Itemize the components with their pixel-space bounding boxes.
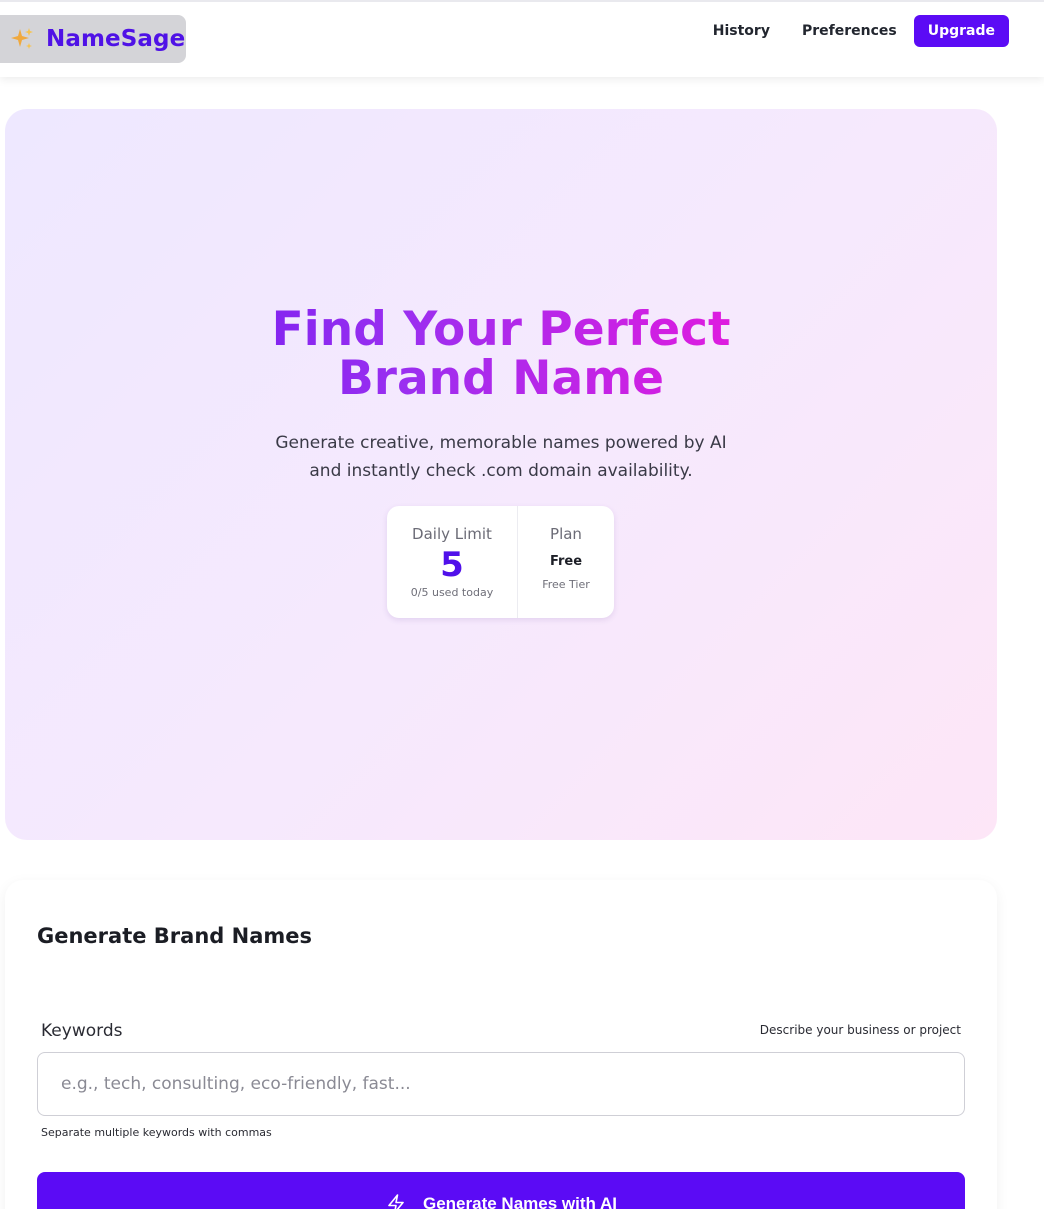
daily-limit-label: Daily Limit <box>412 525 492 543</box>
keywords-label: Keywords <box>41 1021 123 1041</box>
hero-subtitle-line-2: and instantly check .com domain availabi… <box>309 461 693 481</box>
hero-title-line-1: Find Your Perfect <box>271 302 731 357</box>
hero-title-line-2: Brand Name <box>337 351 665 406</box>
upgrade-button[interactable]: Upgrade <box>913 15 1009 47</box>
top-header: NameSage History Preferences Upgrade <box>0 0 1044 77</box>
generator-title: Generate Brand Names <box>37 924 312 948</box>
daily-usage-note: 0/5 used today <box>410 586 494 599</box>
hero-section: Find Your Perfect Brand Name Generate cr… <box>5 109 997 840</box>
sparkles-icon <box>8 25 36 53</box>
usage-stats-card: Daily Limit 5 0/5 used today Plan Free F… <box>387 506 614 618</box>
plan-stat: Plan Free Free Tier <box>518 506 614 618</box>
hero-subtitle-line-1: Generate creative, memorable names power… <box>275 433 727 453</box>
top-nav: History Preferences Upgrade <box>697 15 1009 47</box>
generate-names-button[interactable]: Generate Names with AI <box>37 1172 965 1209</box>
daily-limit-stat: Daily Limit 5 0/5 used today <box>387 506 518 618</box>
page: NameSage History Preferences Upgrade Fin… <box>0 0 1044 1209</box>
lightning-bolt-icon <box>385 1193 407 1209</box>
nav-history-link[interactable]: History <box>697 15 786 47</box>
keywords-help-text: Separate multiple keywords with commas <box>41 1126 272 1139</box>
plan-value: Free <box>549 554 583 569</box>
plan-tier-note: Free Tier <box>542 578 590 591</box>
daily-limit-value: 5 <box>440 545 464 585</box>
keywords-input[interactable] <box>37 1052 965 1116</box>
generator-card: Generate Brand Names Keywords Describe y… <box>5 880 997 1209</box>
plan-label: Plan <box>550 525 582 543</box>
brand-logo[interactable]: NameSage <box>0 15 186 63</box>
generate-button-label: Generate Names with AI <box>423 1194 617 1209</box>
nav-preferences-link[interactable]: Preferences <box>786 15 913 47</box>
hero-subtitle: Generate creative, memorable names power… <box>5 429 997 485</box>
hero-title: Find Your Perfect Brand Name <box>5 305 997 403</box>
keywords-hint: Describe your business or project <box>759 1023 961 1037</box>
brand-name: NameSage <box>46 26 186 52</box>
